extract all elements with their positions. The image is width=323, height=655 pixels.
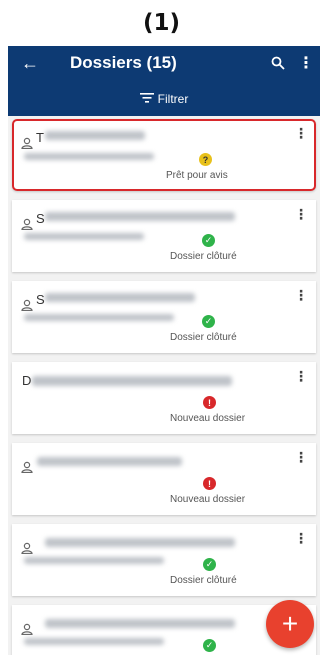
status-label: Nouveau dossier bbox=[170, 413, 246, 424]
dossier-card[interactable]: S ⋮ ✓ Dossier clôturé bbox=[12, 281, 316, 353]
dossier-card[interactable]: ⋮! Nouveau dossier bbox=[12, 443, 316, 515]
page-title: Dossiers (15) bbox=[70, 53, 177, 72]
redacted-text bbox=[24, 638, 164, 645]
status-icon: ! bbox=[203, 396, 216, 409]
user-icon bbox=[21, 541, 33, 555]
search-icon[interactable] bbox=[264, 46, 292, 80]
status-icon: ! bbox=[203, 477, 216, 490]
status-label: Nouveau dossier bbox=[170, 494, 246, 505]
status-icon: ? bbox=[199, 153, 212, 166]
dossier-name-initial: S bbox=[36, 211, 45, 226]
add-dossier-button[interactable]: + bbox=[266, 600, 314, 648]
redacted-text bbox=[24, 557, 164, 564]
card-menu-icon[interactable]: ⋮ bbox=[294, 449, 308, 466]
filter-button[interactable]: Filtrer bbox=[8, 88, 320, 110]
dossier-name-initial: T bbox=[36, 130, 44, 145]
figure-caption: (1) bbox=[142, 10, 181, 36]
status-icon: ✓ bbox=[203, 558, 216, 571]
user-icon bbox=[21, 217, 33, 231]
dossier-card[interactable]: ⋮ ✓ Dossier clôturé bbox=[12, 524, 316, 596]
redacted-text bbox=[45, 538, 235, 547]
redacted-text bbox=[24, 314, 174, 321]
dossier-card[interactable]: T ⋮? Prêt pour avis bbox=[12, 119, 316, 191]
user-icon bbox=[21, 136, 33, 150]
back-arrow-icon[interactable]: ← bbox=[8, 46, 52, 80]
redacted-text bbox=[32, 376, 232, 386]
filter-icon bbox=[139, 92, 154, 106]
user-icon bbox=[21, 622, 33, 636]
redacted-text bbox=[37, 457, 182, 466]
redacted-text bbox=[24, 153, 154, 160]
dossier-list: T ⋮? Prêt pour avis S ⋮ ✓ Dossier clôturé S ⋮ ✓ Do… bbox=[8, 116, 320, 655]
card-menu-icon[interactable]: ⋮ bbox=[294, 206, 308, 223]
dossier-card[interactable]: S ⋮ ✓ Dossier clôturé bbox=[12, 200, 316, 272]
status-label: Dossier clôturé bbox=[170, 332, 237, 343]
redacted-text bbox=[45, 212, 235, 221]
dossier-card[interactable]: D ⋮! Nouveau dossier bbox=[12, 362, 316, 434]
card-menu-icon[interactable]: ⋮ bbox=[294, 530, 308, 547]
redacted-text bbox=[45, 619, 235, 628]
status-label: Dossier clôturé bbox=[170, 251, 237, 262]
status-icon: ✓ bbox=[202, 315, 215, 328]
status-icon: ✓ bbox=[203, 639, 216, 652]
card-menu-icon[interactable]: ⋮ bbox=[294, 287, 308, 304]
redacted-text bbox=[45, 131, 145, 140]
overflow-menu-icon[interactable]: ⋮ bbox=[292, 46, 320, 80]
dossier-name-initial: D bbox=[22, 373, 32, 388]
user-icon bbox=[21, 298, 33, 312]
app-bar: ← Dossiers (15) ⋮ Filtrer bbox=[8, 46, 320, 116]
status-label: Prêt pour avis bbox=[166, 170, 228, 181]
dossier-name-initial: S bbox=[36, 292, 45, 307]
redacted-text bbox=[24, 233, 144, 240]
card-menu-icon[interactable]: ⋮ bbox=[294, 368, 308, 385]
card-menu-icon[interactable]: ⋮ bbox=[294, 125, 308, 142]
user-icon bbox=[21, 460, 33, 474]
status-icon: ✓ bbox=[202, 234, 215, 247]
filter-label: Filtrer bbox=[157, 92, 189, 106]
redacted-text bbox=[45, 293, 195, 302]
status-label: Dossier clôturé bbox=[170, 575, 237, 586]
